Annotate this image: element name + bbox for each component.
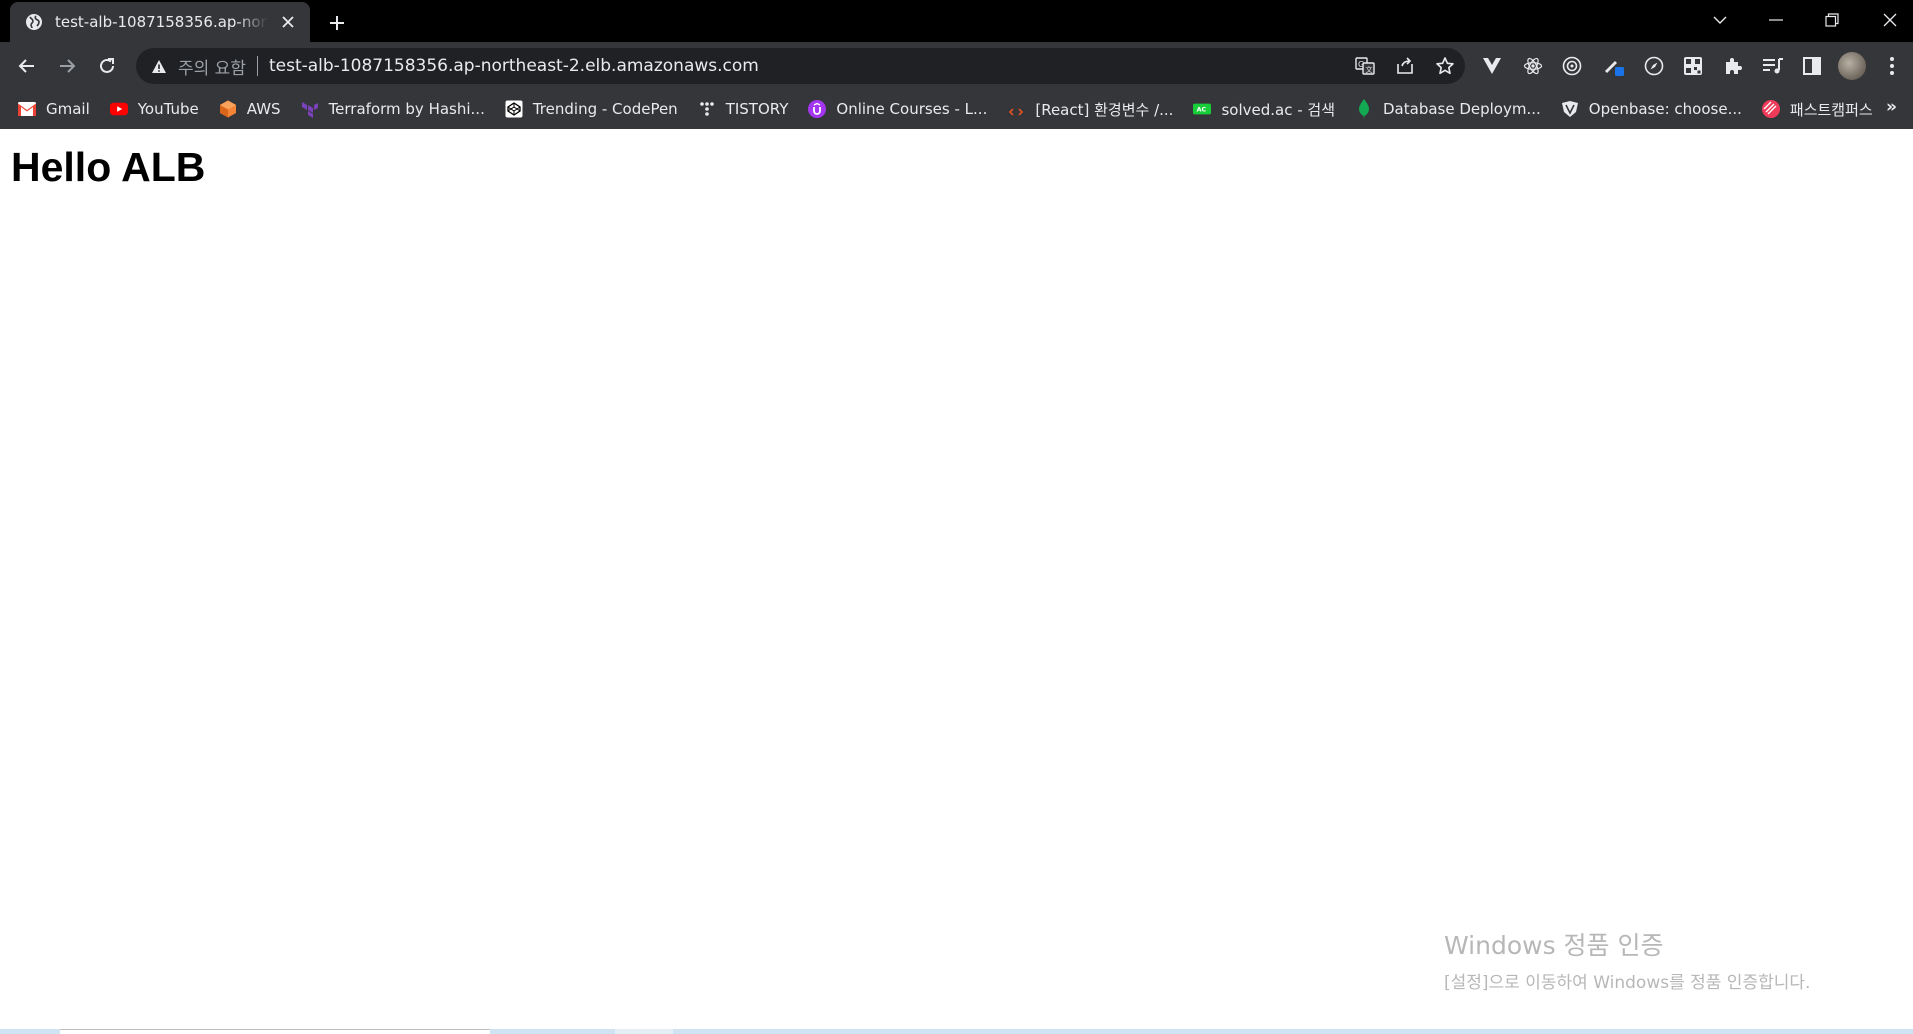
qr-code-icon[interactable]: [1679, 52, 1707, 80]
bookmark-label: AWS: [246, 100, 281, 118]
forward-button[interactable]: [51, 50, 83, 82]
minimize-button[interactable]: [1756, 4, 1796, 36]
bookmark-aws[interactable]: AWS: [219, 100, 281, 118]
bookmark-label: TISTORY: [725, 100, 789, 118]
bookmark-gmail[interactable]: Gmail: [18, 100, 90, 118]
bookmark-react-env[interactable]: [React] 환경변수 /...: [1007, 99, 1173, 120]
bookmark-label: 패스트캠퍼스: [1789, 100, 1873, 119]
globe-icon: [24, 12, 44, 32]
watermark-subtitle: [설정]으로 이동하여 Windows를 정품 인증합니다.: [1444, 973, 1811, 993]
bookmark-solvedac[interactable]: AC solved.ac - 검색: [1193, 99, 1335, 120]
svg-text:文: 文: [1366, 65, 1373, 74]
windows-activation-watermark: Windows 정품 인증 [설정]으로 이동하여 Windows를 정품 인증…: [1444, 926, 1810, 993]
bookmark-label: Online Courses - L...: [836, 100, 988, 118]
star-icon[interactable]: [1431, 52, 1459, 80]
bookmark-terraform[interactable]: Terraform by Hashi...: [301, 100, 485, 118]
taskbar-edge: [0, 1029, 1913, 1034]
tab-search-button[interactable]: [1700, 4, 1740, 36]
tab-title: test-alb-1087158356.ap-northeast-2.elb.a…: [55, 13, 268, 31]
separator: [256, 56, 258, 76]
bookmark-udemy[interactable]: Online Courses - L...: [808, 100, 987, 118]
mongodb-icon: [1355, 99, 1373, 119]
aws-icon: [219, 100, 237, 118]
bookmarks-overflow-button[interactable]: »: [1886, 97, 1897, 117]
terraform-icon: [301, 100, 319, 118]
side-panel-icon[interactable]: [1798, 52, 1826, 80]
translate-icon[interactable]: G文: [1351, 52, 1379, 80]
bookmark-fastcampus[interactable]: 패스트캠퍼스: [1761, 99, 1873, 120]
bookmark-label: YouTube: [137, 100, 199, 118]
bookmark-label: Database Deploym...: [1383, 100, 1541, 118]
openbase-icon: [1561, 100, 1579, 118]
bookmark-youtube[interactable]: YouTube: [109, 100, 199, 118]
react-devtools-icon[interactable]: [1519, 52, 1547, 80]
back-button[interactable]: [11, 50, 43, 82]
bookmark-label: [React] 환경변수 /...: [1035, 100, 1174, 119]
taskbar-segment: [615, 1029, 673, 1034]
gmail-icon: [18, 100, 36, 118]
vue-devtools-icon[interactable]: [1478, 52, 1506, 80]
svg-text:AC: AC: [1197, 107, 1207, 114]
close-icon[interactable]: [276, 10, 300, 34]
solvedac-icon: AC: [1193, 100, 1212, 118]
code-icon: [1007, 100, 1025, 118]
page-content: Hello ALB: [0, 129, 1913, 1034]
close-window-button[interactable]: [1870, 4, 1910, 36]
target-icon[interactable]: [1558, 52, 1586, 80]
reload-button[interactable]: [91, 50, 123, 82]
toolbar: 주의 요함 test-alb-1087158356.ap-northeast-2…: [0, 42, 1913, 89]
youtube-icon: [109, 100, 128, 118]
tab-active[interactable]: test-alb-1087158356.ap-northeast-2.elb.a…: [10, 2, 310, 42]
share-icon[interactable]: [1391, 52, 1419, 80]
bookmarks-bar: Gmail YouTube AWS Terraform by Hashi... …: [0, 89, 1913, 129]
profile-avatar[interactable]: [1838, 52, 1866, 80]
warning-icon[interactable]: [150, 57, 168, 75]
watermark-title: Windows 정품 인증: [1444, 931, 1664, 960]
bookmark-mongodb[interactable]: Database Deploym...: [1355, 99, 1541, 119]
taskbar-segment: [60, 1029, 490, 1034]
bookmark-label: Trending - CodePen: [532, 100, 678, 118]
title-bar: test-alb-1087158356.ap-northeast-2.elb.a…: [0, 0, 1913, 42]
security-label[interactable]: 주의 요함: [178, 54, 246, 79]
new-tab-button[interactable]: [322, 8, 352, 38]
extensions-icon[interactable]: [1719, 52, 1747, 80]
restore-button[interactable]: [1812, 4, 1852, 36]
tistory-icon: [698, 100, 716, 118]
fastcampus-icon: [1761, 100, 1780, 118]
bookmark-openbase[interactable]: Openbase: choose...: [1561, 100, 1742, 118]
pen-icon[interactable]: [1600, 52, 1628, 80]
bookmark-codepen[interactable]: Trending - CodePen: [505, 100, 678, 118]
bookmark-label: solved.ac - 검색: [1221, 100, 1335, 119]
address-bar[interactable]: 주의 요함 test-alb-1087158356.ap-northeast-2…: [136, 48, 1465, 84]
compass-icon[interactable]: [1640, 52, 1668, 80]
bookmark-tistory[interactable]: TISTORY: [698, 100, 789, 118]
more-menu-icon[interactable]: [1878, 52, 1906, 80]
svg-text:G: G: [1358, 60, 1364, 69]
bookmark-label: Gmail: [46, 100, 90, 118]
bookmark-label: Terraform by Hashi...: [328, 100, 485, 118]
udemy-icon: [808, 100, 827, 118]
url-text[interactable]: test-alb-1087158356.ap-northeast-2.elb.a…: [269, 56, 759, 76]
reading-list-icon[interactable]: [1759, 52, 1787, 80]
page-heading: Hello ALB: [11, 144, 206, 190]
bookmark-label: Openbase: choose...: [1588, 100, 1742, 118]
codepen-icon: [505, 100, 523, 118]
